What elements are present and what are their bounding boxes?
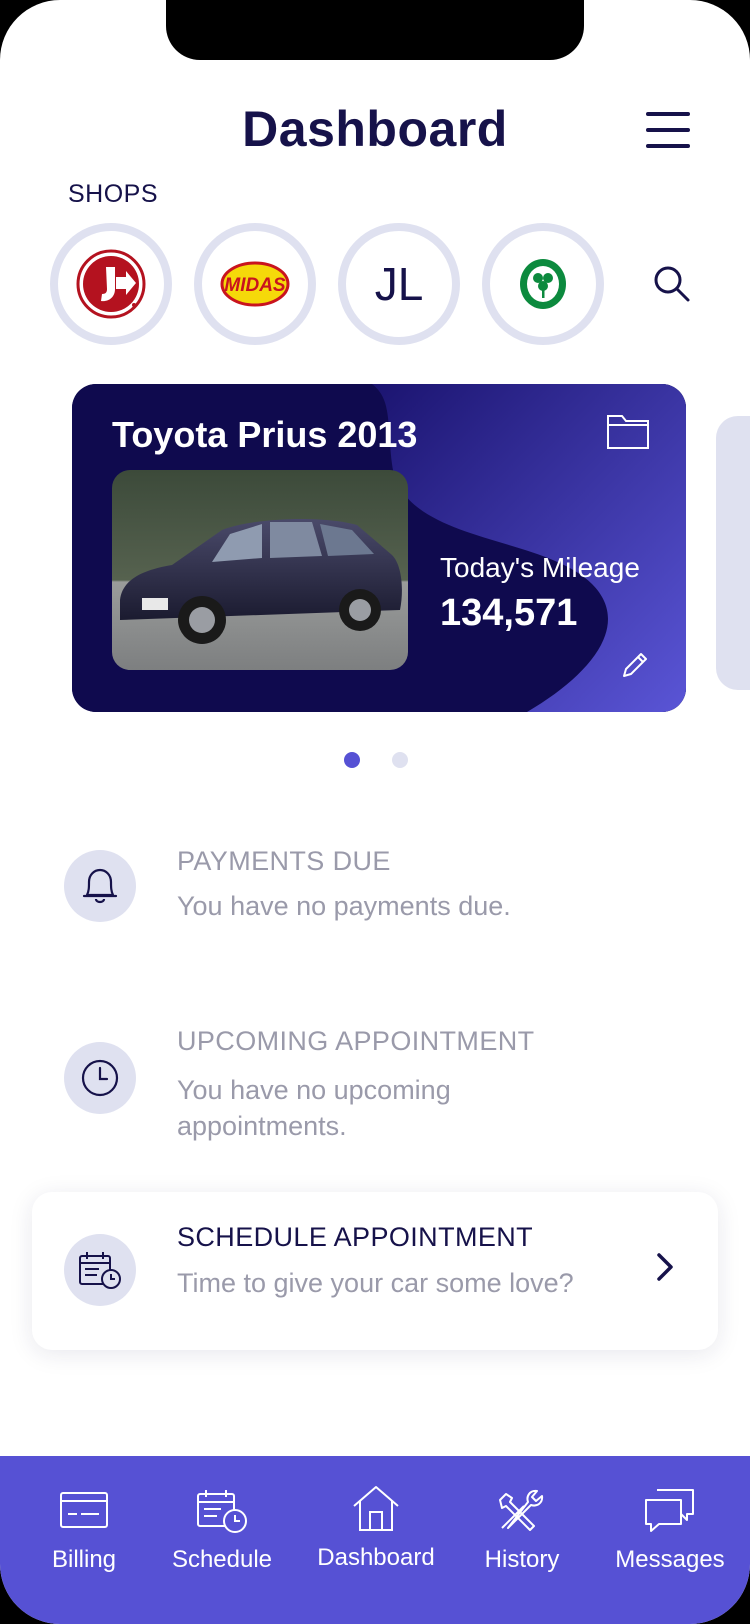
clock-icon (64, 1042, 136, 1114)
carousel-dot-2[interactable] (392, 752, 408, 768)
calendar-clock-icon (197, 1490, 247, 1533)
chat-icon (645, 1489, 694, 1532)
tab-messages-label: Messages (615, 1546, 725, 1573)
schedule-appointment-text: Time to give your car some love? (177, 1268, 574, 1298)
tab-schedule[interactable]: Schedule (162, 1456, 282, 1596)
upcoming-appointment-text: You have no upcoming appointments. (177, 1075, 451, 1141)
carousel-dot-1[interactable] (344, 752, 360, 768)
shops-label: SHOPS (68, 180, 159, 208)
edit-pencil-icon[interactable] (620, 650, 650, 685)
page-title: Dashboard (242, 101, 508, 157)
card-icon (60, 1492, 108, 1528)
tab-dashboard-label: Dashboard (317, 1544, 435, 1571)
mileage-value: 134,571 (440, 592, 578, 634)
calendar-clock-icon (64, 1234, 136, 1306)
vehicle-name: Toyota Prius 2013 (112, 414, 418, 455)
next-vehicle-card-peek[interactable] (716, 416, 750, 690)
tab-schedule-label: Schedule (171, 1546, 273, 1573)
jiffy-lube-logo-icon (76, 249, 146, 319)
mileage-label: Today's Mileage (440, 552, 640, 583)
midas-logo-icon: MIDAS (220, 261, 290, 307)
hamburger-menu-icon[interactable] (646, 112, 690, 148)
tab-messages[interactable]: Messages (600, 1456, 740, 1596)
payments-due-title: PAYMENTS DUE (177, 846, 391, 876)
search-icon[interactable] (652, 264, 692, 304)
shop-shamrock[interactable] (482, 223, 604, 345)
shop-initials: JL (374, 258, 424, 310)
folder-icon[interactable] (606, 412, 650, 455)
tab-billing[interactable]: Billing (24, 1456, 144, 1596)
chevron-right-icon[interactable] (654, 1252, 676, 1287)
phone-screen: Dashboard SHOPS MIDAS JL Toyota Prius 20… (0, 0, 750, 1624)
svg-text:MIDAS: MIDAS (224, 275, 286, 296)
bottom-tab-bar: Billing Schedule Dashboard History Messa… (0, 1456, 750, 1624)
schedule-appointment-title: SCHEDULE APPOINTMENT (177, 1222, 534, 1252)
tab-history[interactable]: History (462, 1456, 582, 1596)
shop-jl[interactable]: JL (338, 223, 460, 345)
home-icon (353, 1486, 399, 1531)
tab-billing-label: Billing (51, 1546, 117, 1573)
vehicle-photo (112, 470, 408, 670)
shamrock-logo-icon (520, 259, 566, 309)
schedule-appointment-card[interactable]: SCHEDULE APPOINTMENT Time to give your c… (32, 1192, 718, 1350)
tab-dashboard[interactable]: Dashboard (308, 1456, 444, 1596)
tab-history-label: History (484, 1546, 560, 1573)
device-notch (166, 0, 584, 60)
payments-due-text: You have no payments due. (177, 891, 511, 921)
tools-icon (499, 1489, 544, 1531)
vehicle-card[interactable]: Toyota Prius 2013 Today's Mileage 134,57… (72, 384, 686, 712)
shop-midas[interactable]: MIDAS (194, 223, 316, 345)
bell-icon (64, 850, 136, 922)
upcoming-appointment-title: UPCOMING APPOINTMENT (177, 1026, 535, 1056)
shop-jiffy-lube[interactable] (50, 223, 172, 345)
